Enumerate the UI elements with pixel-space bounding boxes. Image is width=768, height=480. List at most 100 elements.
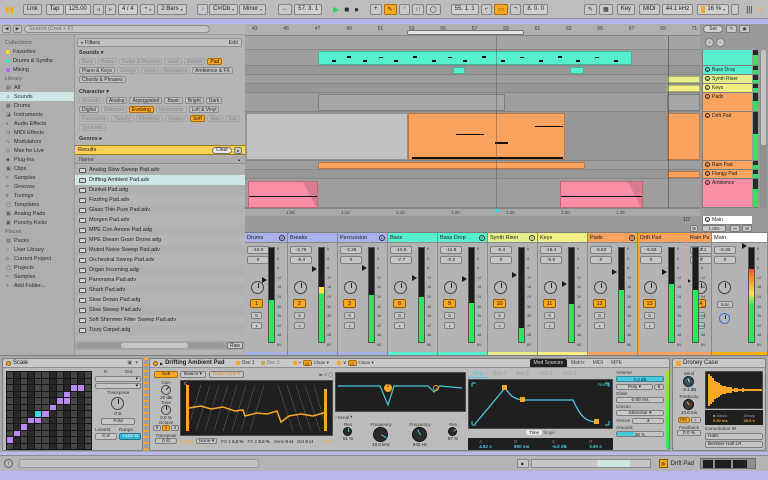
scale-cell[interactable] <box>14 443 21 449</box>
mixer-track-title[interactable]: Synth Riser ▾ <box>488 233 537 243</box>
pan-knob[interactable] <box>718 281 731 294</box>
scale-cell[interactable] <box>56 417 63 423</box>
wt-view-icons[interactable]: ◂▸ ≡ ◯ <box>318 372 333 378</box>
scale-cell[interactable] <box>14 430 21 436</box>
tab-osc-1[interactable]: Osc 1 <box>233 359 258 367</box>
filter-shape-icon[interactable]: ⌐ <box>299 360 302 366</box>
sidebar-item-plug-ins[interactable]: ◆ Plug-Ins <box>0 155 74 164</box>
filter-on-swatch[interactable] <box>292 361 297 365</box>
scale-cell[interactable] <box>77 430 84 436</box>
filter-tag-piano-keys[interactable]: Piano & Keys <box>79 67 116 74</box>
track-arm-icon[interactable]: ▸ <box>705 76 710 81</box>
volume-fader-handle[interactable] <box>742 243 747 249</box>
filter-tag-bright[interactable]: Bright <box>184 97 204 104</box>
scale-cell[interactable] <box>84 378 91 384</box>
arrangement-clip[interactable] <box>667 94 700 111</box>
env-tab-env-3[interactable]: Env 3 <box>511 371 534 377</box>
scale-cell[interactable] <box>63 424 70 430</box>
scale-cell[interactable] <box>63 398 70 404</box>
filter-tag-arpeggiated[interactable]: Arpeggiated <box>129 97 163 104</box>
results-name-header[interactable]: Name ▲ <box>75 156 245 164</box>
scale-cell[interactable] <box>70 417 77 423</box>
pan-knob[interactable] <box>344 281 357 294</box>
track-volume-display[interactable]: -19.4 <box>540 246 562 254</box>
scale-cell[interactable] <box>77 424 84 430</box>
mixer-strip-percussion[interactable]: Percussion ▾ -3.26 0 3 S ● 6 0 6 12 18 24 30 36 42 48 60 <box>338 233 388 355</box>
sidebar-collection-0[interactable]: Favorites <box>0 47 74 56</box>
device-chain-minimap[interactable] <box>700 458 756 469</box>
scale-cell[interactable] <box>28 417 35 423</box>
filter-tag-evolving[interactable]: Evolving <box>128 106 154 113</box>
nudge-down-button[interactable]: ◃ <box>92 3 104 15</box>
filter-1-toggle[interactable]: ⌐ 12 Clean ▾ <box>292 360 329 366</box>
ir-category-menu[interactable]: Halls <box>705 433 763 440</box>
main-track-header[interactable]: ▸ Main <box>702 216 752 225</box>
volume-fader-handle[interactable] <box>412 275 417 281</box>
scale-cell[interactable] <box>84 372 91 378</box>
env-tab-lfo-1[interactable]: LFO 1 <box>534 371 558 377</box>
sidebar-item-clips[interactable]: ▣ Clips <box>0 164 74 173</box>
arrangement-clip[interactable] <box>318 94 505 111</box>
scale-cell[interactable] <box>84 398 91 404</box>
scale-cell[interactable] <box>70 404 77 410</box>
freq2-knob[interactable] <box>412 427 427 442</box>
scale-cell[interactable] <box>21 404 28 410</box>
timeline-viewport-box[interactable] <box>407 30 524 35</box>
follow-button[interactable]: ← <box>278 3 293 15</box>
env-mod-target[interactable]: None <box>598 382 609 387</box>
scale-cell[interactable] <box>56 430 63 436</box>
scale-in-menu[interactable]: ▾ <box>95 376 141 382</box>
scale-cell[interactable] <box>84 391 91 397</box>
scale-cell[interactable] <box>49 430 56 436</box>
scale-cell[interactable] <box>35 378 42 384</box>
scale-cell[interactable] <box>7 424 14 430</box>
octave-button-1[interactable]: 1 <box>162 425 170 431</box>
scale-cell[interactable] <box>84 404 91 410</box>
osc-effect-menu[interactable]: None ▾ <box>196 438 218 444</box>
pan-knob[interactable] <box>644 281 657 294</box>
wt-position-value[interactable]: 81 % <box>323 439 333 444</box>
link-button[interactable]: Link <box>22 3 42 15</box>
arm-button[interactable]: ● <box>544 322 555 329</box>
arrangement-clip[interactable] <box>667 85 700 92</box>
chain-overview-scroller[interactable] <box>530 459 651 468</box>
scale-cell[interactable] <box>35 398 42 404</box>
solo-button[interactable]: S <box>444 312 455 319</box>
scale-cell[interactable] <box>28 398 35 404</box>
list-item[interactable]: Slow Sweep Pad.adv <box>75 305 245 315</box>
quantization-menu[interactable]: 2 Bars ▾ <box>157 3 187 15</box>
volume-slider[interactable]: 0.0 dB <box>616 376 664 382</box>
arrangement-clip[interactable] <box>570 67 584 74</box>
filter-tag-distorted[interactable]: Distorted <box>100 106 127 113</box>
group-fold-icon[interactable]: ▾ <box>479 234 485 241</box>
scale-cell[interactable] <box>56 372 63 378</box>
sidebar-place-projects[interactable]: ▢ Projects <box>0 263 74 272</box>
scale-cell[interactable] <box>56 443 63 449</box>
loop-button[interactable]: ▭ <box>494 3 508 15</box>
scale-cell[interactable] <box>49 437 56 443</box>
track-header-flangy-pad[interactable]: ▸ Flangy Pad <box>702 170 752 179</box>
track-activator[interactable]: 1 <box>250 299 263 308</box>
lock-envelopes-icon[interactable]: ▣ <box>739 25 750 33</box>
sidebar-item-max-for-live[interactable]: ◇ Max for Live <box>0 146 74 155</box>
list-item[interactable]: Morgen Pad.adv <box>75 215 245 225</box>
range-value[interactable]: +128 st <box>119 433 141 440</box>
volume-fader-handle[interactable] <box>312 266 317 272</box>
tab-mod-sources[interactable]: Mod Sources <box>529 359 567 367</box>
track-activator[interactable]: 3 <box>343 299 356 308</box>
volume-fader-handle[interactable] <box>662 269 667 275</box>
minimap-device[interactable] <box>703 459 713 468</box>
track-volume-display[interactable]: -15.0 <box>247 246 269 254</box>
character-group-label[interactable]: Character ▾ <box>79 89 109 95</box>
scale-cell[interactable] <box>7 430 14 436</box>
scale-cell[interactable] <box>28 391 35 397</box>
scale-cell[interactable] <box>14 411 21 417</box>
scale-cell[interactable] <box>14 437 21 443</box>
scale-cell[interactable] <box>63 430 70 436</box>
sidebar-item-analog-pads[interactable]: ▣ Analog Pads <box>0 209 74 218</box>
volume-fader-handle[interactable] <box>512 272 517 278</box>
scale-cell[interactable] <box>35 443 42 449</box>
solo-button[interactable]: S <box>294 312 305 319</box>
mixer-strip-main[interactable]: Main -0.30 0 Solo 6 0 6 12 18 24 30 36 42 48 60 <box>712 233 768 355</box>
solo-button[interactable]: S <box>594 312 605 319</box>
